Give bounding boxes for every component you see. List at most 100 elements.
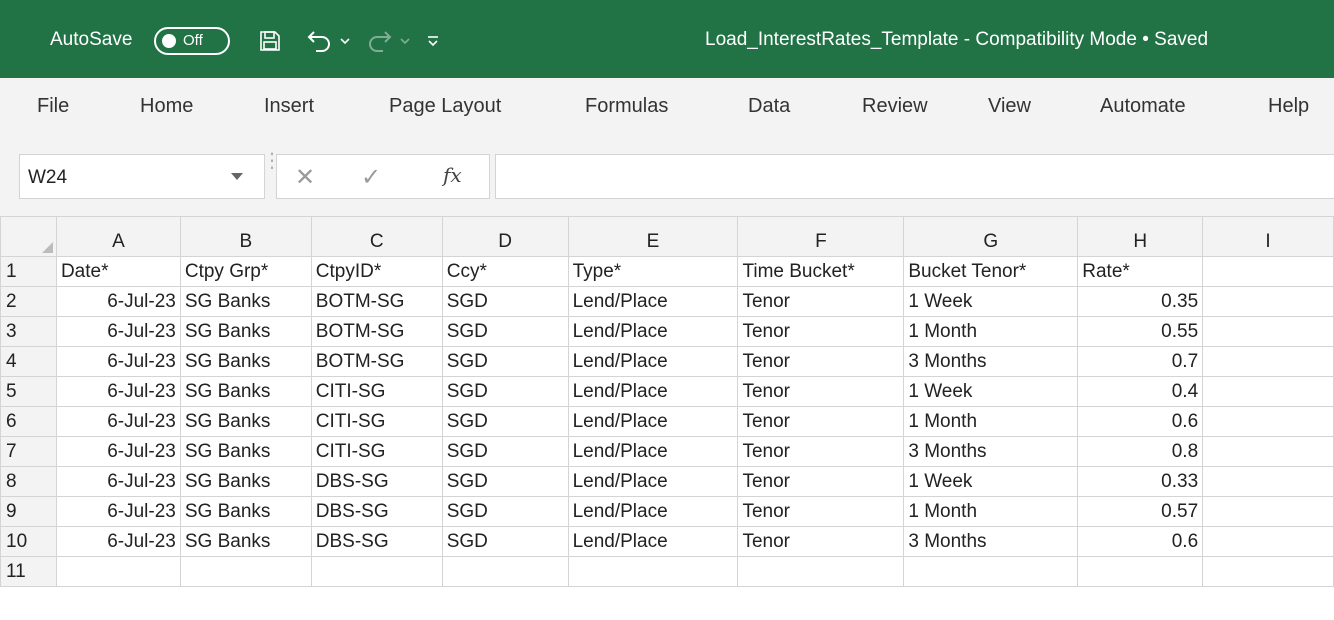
cell[interactable]: 1 Month — [903, 316, 1079, 347]
cell[interactable] — [1202, 406, 1334, 437]
cell[interactable]: 1 Month — [903, 496, 1079, 527]
row-header[interactable]: 10 — [0, 526, 57, 557]
cell[interactable]: SGD — [441, 466, 569, 497]
cell[interactable]: 1 Week — [903, 466, 1079, 497]
redo-dropdown-icon[interactable] — [398, 24, 412, 58]
cell[interactable]: SGD — [441, 286, 569, 317]
cell[interactable]: Lend/Place — [567, 406, 739, 437]
cell[interactable]: SG Banks — [179, 406, 312, 437]
cell[interactable] — [310, 556, 443, 587]
cell[interactable]: SG Banks — [179, 316, 312, 347]
row-header[interactable]: 4 — [0, 346, 57, 377]
cell[interactable]: 6-Jul-23 — [55, 346, 181, 377]
cell[interactable] — [441, 556, 569, 587]
cell[interactable]: 6-Jul-23 — [55, 496, 181, 527]
cell[interactable]: 3 Months — [903, 526, 1079, 557]
row-header[interactable]: 7 — [0, 436, 57, 467]
cell[interactable]: SGD — [441, 496, 569, 527]
cell[interactable]: Ctpy Grp* — [179, 256, 312, 287]
cell[interactable] — [179, 556, 312, 587]
formula-input[interactable] — [495, 154, 1334, 199]
cell[interactable]: Lend/Place — [567, 286, 739, 317]
cell[interactable] — [1202, 346, 1334, 377]
cell[interactable]: 0.57 — [1077, 496, 1204, 527]
save-icon[interactable] — [255, 24, 285, 58]
cell[interactable] — [1202, 556, 1334, 587]
cell[interactable] — [1202, 286, 1334, 317]
cell[interactable]: SG Banks — [179, 286, 312, 317]
cell[interactable] — [55, 556, 181, 587]
column-header[interactable]: E — [567, 216, 739, 257]
cell[interactable]: 1 Month — [903, 406, 1079, 437]
cell[interactable] — [737, 556, 905, 587]
cell[interactable]: SG Banks — [179, 496, 312, 527]
row-header[interactable]: 9 — [0, 496, 57, 527]
row-header[interactable]: 5 — [0, 376, 57, 407]
row-header[interactable]: 8 — [0, 466, 57, 497]
cell[interactable]: 0.7 — [1077, 346, 1204, 377]
cancel-icon[interactable]: ✕ — [295, 163, 315, 192]
cell[interactable]: 3 Months — [903, 346, 1079, 377]
cell[interactable]: 6-Jul-23 — [55, 376, 181, 407]
cell[interactable]: Tenor — [737, 526, 905, 557]
redo-icon[interactable] — [362, 24, 396, 58]
cell[interactable]: Tenor — [737, 436, 905, 467]
cell[interactable]: 0.6 — [1077, 406, 1204, 437]
cell[interactable]: Lend/Place — [567, 316, 739, 347]
column-header[interactable]: G — [903, 216, 1079, 257]
cell[interactable] — [1202, 436, 1334, 467]
cell[interactable]: 6-Jul-23 — [55, 466, 181, 497]
tab-review[interactable]: Review — [862, 95, 928, 118]
cell[interactable]: 6-Jul-23 — [55, 316, 181, 347]
cell[interactable] — [1202, 526, 1334, 557]
column-header[interactable]: I — [1202, 216, 1334, 257]
cell[interactable]: Time Bucket* — [737, 256, 905, 287]
tab-home[interactable]: Home — [140, 95, 193, 118]
select-all-button[interactable] — [0, 216, 57, 257]
cell[interactable]: SG Banks — [179, 466, 312, 497]
cell[interactable]: 6-Jul-23 — [55, 286, 181, 317]
cell[interactable]: 6-Jul-23 — [55, 526, 181, 557]
customize-qat-icon[interactable] — [423, 24, 443, 58]
column-header[interactable]: C — [310, 216, 443, 257]
cell[interactable]: 0.35 — [1077, 286, 1204, 317]
tab-data[interactable]: Data — [748, 95, 790, 118]
tab-file[interactable]: File — [37, 95, 69, 118]
cell[interactable]: SGD — [441, 376, 569, 407]
cell[interactable]: Lend/Place — [567, 436, 739, 467]
cell[interactable]: 0.55 — [1077, 316, 1204, 347]
cell[interactable]: SG Banks — [179, 436, 312, 467]
cell[interactable]: 1 Week — [903, 376, 1079, 407]
cell[interactable]: 0.6 — [1077, 526, 1204, 557]
cell[interactable]: SG Banks — [179, 376, 312, 407]
tab-view[interactable]: View — [988, 95, 1031, 118]
cell[interactable]: SGD — [441, 436, 569, 467]
cell[interactable]: BOTM-SG — [310, 286, 443, 317]
cell[interactable]: Lend/Place — [567, 496, 739, 527]
cell[interactable]: Tenor — [737, 376, 905, 407]
cell[interactable] — [1202, 316, 1334, 347]
cell[interactable]: 0.4 — [1077, 376, 1204, 407]
cell[interactable]: BOTM-SG — [310, 346, 443, 377]
cell[interactable]: Lend/Place — [567, 526, 739, 557]
cell[interactable]: CtpyID* — [310, 256, 443, 287]
cell[interactable]: 0.33 — [1077, 466, 1204, 497]
cell[interactable] — [1077, 556, 1204, 587]
cell[interactable]: SGD — [441, 526, 569, 557]
cell[interactable]: DBS-SG — [310, 496, 443, 527]
column-header[interactable]: H — [1077, 216, 1204, 257]
cell[interactable]: SG Banks — [179, 346, 312, 377]
cell[interactable]: DBS-SG — [310, 526, 443, 557]
row-header[interactable]: 2 — [0, 286, 57, 317]
cell[interactable]: Lend/Place — [567, 346, 739, 377]
cell[interactable] — [1202, 466, 1334, 497]
tab-automate[interactable]: Automate — [1100, 95, 1186, 118]
cell[interactable]: 0.8 — [1077, 436, 1204, 467]
cell[interactable]: Tenor — [737, 286, 905, 317]
autosave-toggle[interactable]: Off — [154, 27, 230, 55]
undo-dropdown-icon[interactable] — [338, 24, 352, 58]
cell[interactable]: 6-Jul-23 — [55, 436, 181, 467]
chevron-down-icon[interactable] — [231, 173, 243, 180]
enter-icon[interactable]: ✓ — [361, 163, 381, 192]
cell[interactable] — [903, 556, 1079, 587]
